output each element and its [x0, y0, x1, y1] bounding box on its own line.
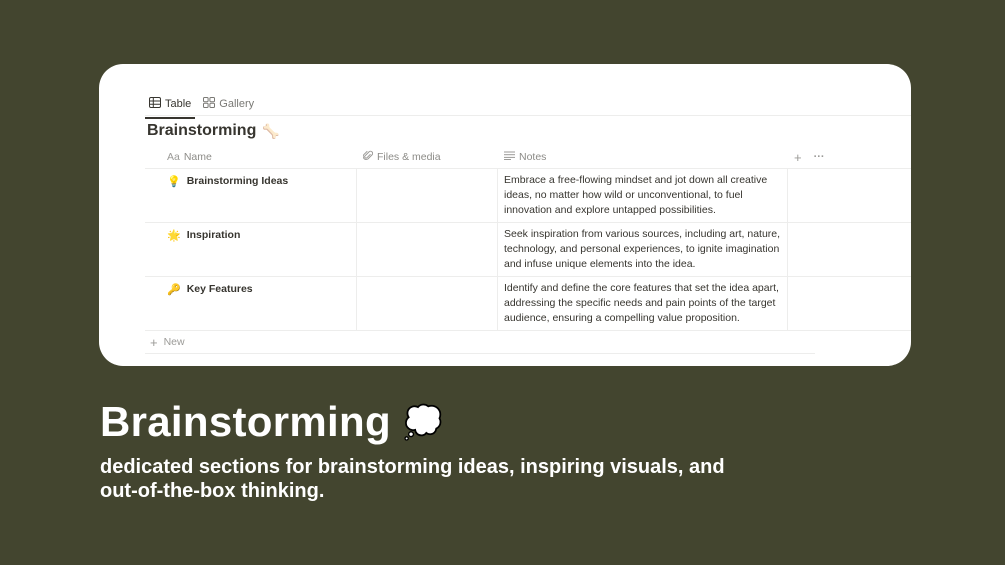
table-row[interactable]: 🌟 Inspiration Seek inspiration from vari…: [145, 223, 911, 277]
hero-title: Brainstorming 💭: [100, 398, 443, 446]
hero-subtitle: dedicated sections for brainstorming ide…: [100, 456, 725, 502]
star-icon: 🌟: [167, 230, 181, 242]
thought-bubble-icon: 💭: [402, 404, 444, 440]
new-row-button[interactable]: + New: [145, 331, 815, 354]
text-type-icon: Aa: [167, 151, 180, 163]
row-name: Inspiration: [186, 229, 241, 241]
cell-name[interactable]: 💡 Brainstorming Ideas: [145, 169, 357, 222]
column-header-files[interactable]: Files & media: [357, 146, 498, 168]
key-icon: 🔑: [167, 284, 181, 296]
column-notes-label: Notes: [519, 151, 547, 163]
lines-icon: [504, 151, 515, 163]
column-files-label: Files & media: [377, 151, 441, 163]
cell-name[interactable]: 🔑 Key Features: [145, 277, 357, 330]
table-row[interactable]: 🔑 Key Features Identify and define the c…: [145, 277, 911, 331]
database-card: Table Gallery Brainstorming 🦴 Aa Name Fi…: [99, 64, 911, 366]
gallery-icon: [203, 97, 216, 111]
more-options-icon[interactable]: ···: [814, 151, 825, 163]
tab-table-label: Table: [165, 98, 192, 110]
database-title-text: Brainstorming: [147, 122, 257, 139]
column-header-notes[interactable]: Notes: [498, 146, 788, 168]
tab-gallery[interactable]: Gallery: [199, 92, 258, 116]
cell-name[interactable]: 🌟 Inspiration: [145, 223, 357, 276]
new-row-label: New: [163, 336, 185, 348]
column-header-name[interactable]: Aa Name: [145, 146, 357, 168]
view-tabs: Table Gallery: [145, 92, 258, 119]
cell-notes[interactable]: Seek inspiration from various sources, i…: [498, 223, 788, 276]
cell-files[interactable]: [357, 169, 498, 222]
cell-files[interactable]: [357, 223, 498, 276]
database-title[interactable]: Brainstorming 🦴: [147, 122, 280, 140]
paperclip-icon: [362, 150, 374, 164]
table-icon: [149, 97, 161, 111]
table-header: Aa Name Files & media Notes + ···: [145, 146, 911, 169]
add-column-icon[interactable]: +: [794, 150, 802, 165]
database-table: Aa Name Files & media Notes + ··· 💡 Brai…: [145, 146, 911, 354]
cell-notes[interactable]: Embrace a free-flowing mindset and jot d…: [498, 169, 788, 222]
plus-icon: +: [150, 334, 158, 350]
lightbulb-icon: 💡: [167, 176, 181, 188]
column-actions: + ···: [788, 146, 848, 168]
table-row[interactable]: 💡 Brainstorming Ideas Embrace a free-flo…: [145, 169, 911, 223]
row-name: Brainstorming Ideas: [186, 175, 289, 187]
tab-gallery-label: Gallery: [219, 98, 255, 110]
column-name-label: Name: [183, 151, 212, 163]
row-name: Key Features: [186, 283, 253, 295]
tab-table[interactable]: Table: [145, 92, 196, 119]
cell-files[interactable]: [357, 277, 498, 330]
bone-icon: 🦴: [262, 122, 280, 139]
cell-notes[interactable]: Identify and define the core features th…: [498, 277, 788, 330]
hero-title-text: Brainstorming: [100, 398, 391, 445]
tabs-divider: [145, 115, 911, 116]
